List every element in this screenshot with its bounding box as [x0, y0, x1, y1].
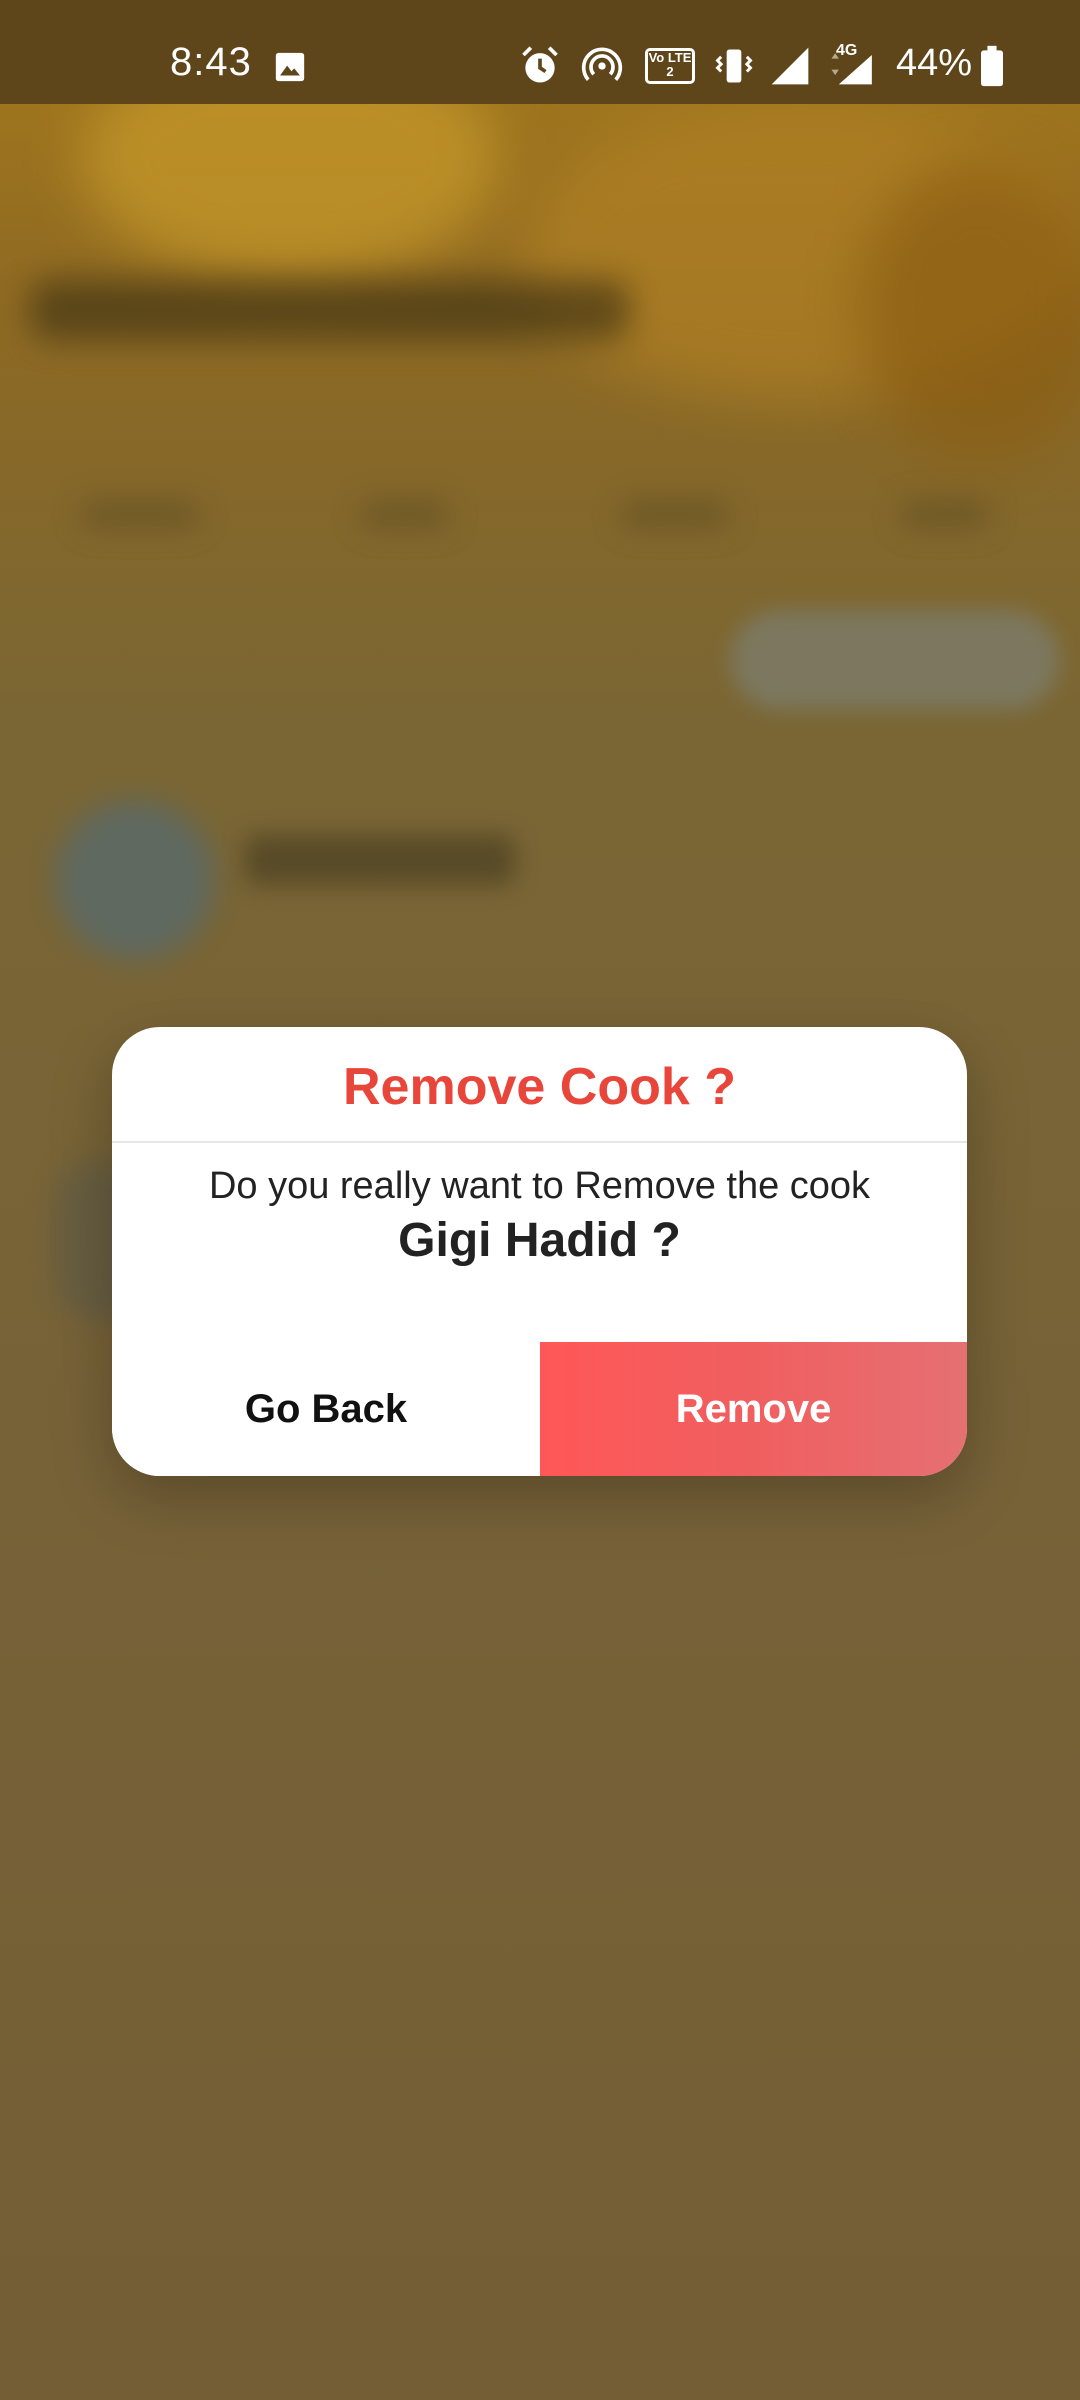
- divider: [112, 1141, 967, 1143]
- status-time: 8:43: [170, 40, 252, 84]
- hotspot-icon: [581, 47, 623, 81]
- alarm-icon: [522, 46, 558, 83]
- image-icon: [275, 52, 305, 82]
- background-avatar: [55, 800, 215, 960]
- background-blob: [860, 160, 1080, 460]
- dialog-title: Remove Cook ?: [343, 1058, 736, 1116]
- remove-button[interactable]: Remove: [540, 1342, 967, 1476]
- background-name: [245, 835, 515, 885]
- dialog-message: Do you really want to Remove the cook: [208, 1165, 871, 1207]
- remove-cook-dialog: Remove Cook ? Do you really want to Remo…: [112, 1027, 967, 1476]
- background-tabs: [40, 490, 1040, 550]
- signal-4g-icon: [831, 53, 872, 85]
- background-title: [30, 280, 630, 340]
- battery-percentage: 44%: [896, 42, 973, 84]
- status-bar: 8:43 Vo LTE 2 4G 44%: [0, 0, 1080, 104]
- battery-icon: [981, 45, 1003, 87]
- go-back-button[interactable]: Go Back: [112, 1342, 540, 1476]
- cook-name: Gigi Hadid ?: [398, 1214, 681, 1267]
- vibrate-icon: [715, 49, 753, 83]
- signal-icon: [771, 47, 809, 85]
- volte-icon: Vo LTE 2: [645, 48, 695, 84]
- background-button: [730, 610, 1060, 710]
